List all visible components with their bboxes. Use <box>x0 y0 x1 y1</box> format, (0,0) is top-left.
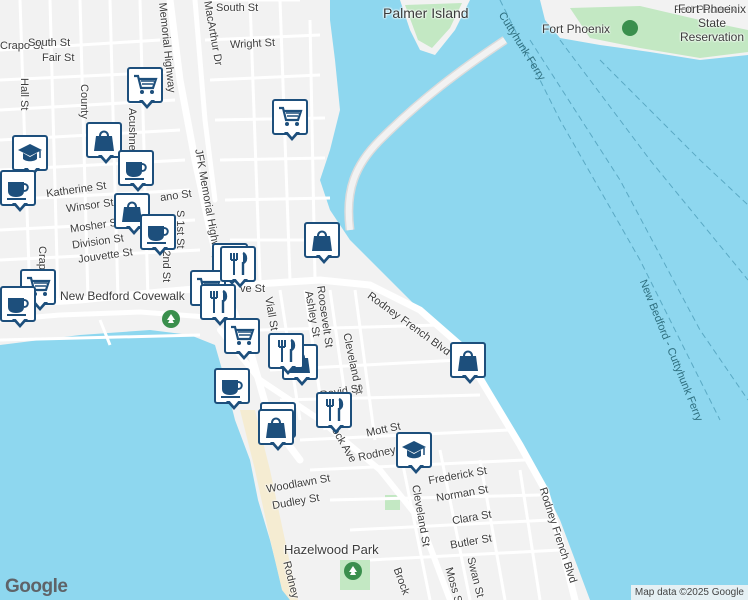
poi-marker-cup[interactable] <box>0 170 40 214</box>
poi-marker-food[interactable] <box>316 392 356 436</box>
coffee-cup-icon <box>219 373 245 399</box>
street-wright-st: Wright St <box>229 36 276 52</box>
coffee-cup-icon <box>5 175 31 201</box>
poi-marker-bag[interactable] <box>304 222 344 266</box>
street-county: County <box>78 84 90 119</box>
fork-knife-icon <box>273 338 299 364</box>
fork-knife-icon <box>321 397 347 423</box>
street-hall-st: Hall St <box>18 78 30 111</box>
poi-marker-bag[interactable] <box>258 409 298 453</box>
coffee-cup-icon <box>123 155 149 181</box>
fort-phoenix-state-reservation-label: Fort Phoenix State Reservation <box>677 2 747 44</box>
shopping-bag-icon <box>263 414 289 440</box>
shopping-bag-icon <box>309 227 335 253</box>
park-tree-icon[interactable] <box>162 310 180 328</box>
park-pin-icon[interactable] <box>622 20 638 36</box>
street-fair-st: Fair St <box>42 52 75 64</box>
coffee-cup-icon <box>5 291 31 317</box>
poi-marker-cup[interactable] <box>140 214 180 258</box>
poi-marker-cup[interactable] <box>214 368 254 412</box>
fork-knife-icon <box>225 251 251 277</box>
map-attribution[interactable]: Map data ©2025 Google <box>630 585 748 600</box>
covewalk-label: New Bedford Covewalk <box>60 289 185 303</box>
coffee-cup-icon <box>145 219 171 245</box>
hazelwood-park-label: Hazelwood Park <box>284 542 379 557</box>
fort-phoenix-label: Fort Phoenix <box>542 22 611 36</box>
poi-marker-cart[interactable] <box>224 318 264 362</box>
park-tree-icon[interactable] <box>344 562 362 580</box>
shopping-cart-icon <box>132 72 158 98</box>
palmer-island-label: Palmer Island <box>383 5 469 21</box>
shopping-bag-icon <box>91 127 117 153</box>
fork-knife-icon <box>205 289 231 315</box>
poi-marker-cart[interactable] <box>127 67 167 111</box>
poi-marker-cart[interactable] <box>272 99 312 143</box>
poi-marker-cup[interactable] <box>118 150 158 194</box>
poi-marker-school[interactable] <box>396 432 436 476</box>
poi-marker-cup[interactable] <box>0 286 40 330</box>
shopping-bag-icon <box>455 347 481 373</box>
shopping-cart-icon <box>277 104 303 130</box>
poi-marker-food[interactable] <box>268 333 308 377</box>
street-acushnet: Acushnet <box>126 108 138 154</box>
map-view[interactable]: Palmer Island Fort Phoenix Fort Phoenix … <box>0 0 748 600</box>
graduation-cap-icon <box>401 437 427 463</box>
graduation-cap-icon <box>17 140 43 166</box>
shopping-cart-icon <box>229 323 255 349</box>
street-south-st: South St <box>216 2 259 14</box>
poi-marker-bag[interactable] <box>450 342 490 386</box>
google-logo[interactable]: Google <box>5 576 68 598</box>
street-south-st-2: South St <box>28 37 71 49</box>
